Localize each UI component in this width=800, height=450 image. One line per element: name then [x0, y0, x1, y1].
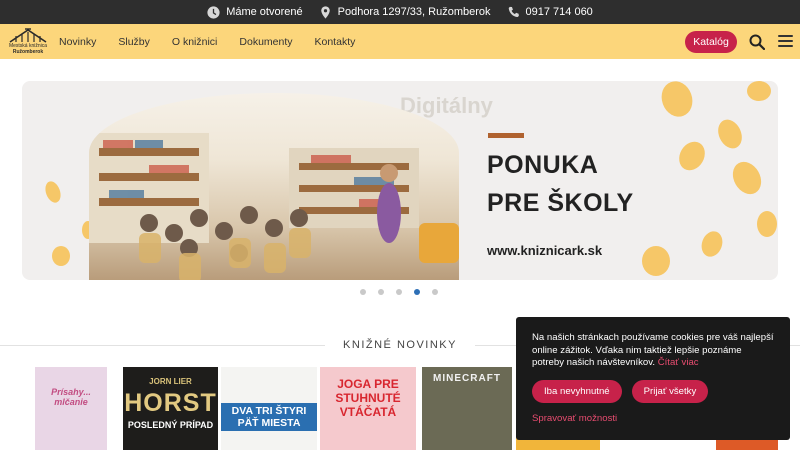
slider-dot-2[interactable] [378, 289, 384, 295]
book-cover-5[interactable]: MINECRAFT [422, 367, 512, 450]
book-subtitle-2: POSLEDNÝ PRÍPAD [127, 420, 214, 430]
nav-item-kontakty[interactable]: Kontakty [315, 36, 356, 48]
slider-dot-4[interactable] [414, 289, 420, 295]
hero-slider[interactable]: Digitálny PONUKA PRE ŠKOLY www.kniznicar… [22, 81, 778, 280]
nav-item-o-kniznici[interactable]: O knižnici [172, 36, 218, 48]
book-author-2: JORN LIER [149, 377, 192, 386]
nav-menu: Novinky Služby O knižnici Dokumenty Kont… [59, 24, 355, 59]
menu-hamburger-icon[interactable] [778, 35, 793, 48]
slide-subtitle: PRE ŠKOLY [487, 189, 634, 217]
cookie-accept-all-button[interactable]: Prijať všetky [631, 380, 709, 403]
library-photo-illustration [89, 133, 459, 280]
book-cover-2[interactable]: JORN LIER HORST POSLEDNÝ PRÍPAD [123, 367, 218, 450]
book-title-5: MINECRAFT [433, 373, 501, 384]
opening-hours[interactable]: Máme otvorené [207, 5, 303, 19]
library-building-icon [9, 28, 47, 43]
cookie-necessary-only-button[interactable]: Iba nevyhnutné [532, 380, 622, 403]
book-cover-3[interactable]: DVA TRI ŠTYRI PÄŤ MIESTA [221, 367, 317, 450]
nav-item-novinky[interactable]: Novinky [59, 36, 96, 48]
opening-hours-label: Máme otvorené [226, 6, 303, 18]
book-title-4: JOGA PRE STUHNUTÉ VTÁČATÁ [335, 377, 401, 419]
phone-icon [508, 6, 519, 17]
cookie-consent-banner: Na našich stránkach používame cookies pr… [516, 317, 790, 440]
book-cover-4[interactable]: JOGA PRE STUHNUTÉ VTÁČATÁ [320, 367, 416, 450]
main-navigation: Mestská knižnica Ružomberok Novinky Služ… [0, 24, 800, 59]
search-icon[interactable] [749, 34, 765, 50]
top-info-bar: Máme otvorené Podhora 1297/33, Ružombero… [0, 0, 800, 24]
slider-dot-3[interactable] [396, 289, 402, 295]
map-pin-icon [320, 5, 330, 19]
nav-item-sluzby[interactable]: Služby [118, 36, 150, 48]
cookie-manage-options-link[interactable]: Spravovať možnosti [532, 413, 617, 424]
section-divider-left [0, 345, 325, 346]
book-title-3: DVA TRI ŠTYRI PÄŤ MIESTA [221, 403, 317, 431]
nav-item-dokumenty[interactable]: Dokumenty [239, 36, 292, 48]
book-cover-1[interactable]: Prísahy... mlčanie [35, 367, 107, 450]
slide-title: PONUKA [487, 151, 599, 179]
book-title-1: Prísahy... mlčanie [51, 387, 91, 407]
slide-accent-bar [488, 133, 524, 138]
phone[interactable]: 0917 714 060 [507, 6, 593, 19]
cookie-read-more-link[interactable]: Čítať viac [658, 357, 699, 368]
slider-dot-5[interactable] [432, 289, 438, 295]
cookie-buttons: Iba nevyhnutné Prijať všetky [532, 380, 709, 403]
library-logo[interactable]: Mestská knižnica Ružomberok [7, 27, 49, 57]
address-label: Podhora 1297/33, Ružomberok [337, 6, 491, 18]
clock-icon [207, 5, 220, 19]
book-title-2: HORST [124, 389, 217, 417]
logo-line-2: Ružomberok [12, 49, 44, 55]
slide-photo-library-children [89, 93, 459, 280]
slider-pagination [360, 289, 438, 295]
phone-label: 0917 714 060 [525, 6, 593, 18]
slider-dot-1[interactable] [360, 289, 366, 295]
slide-url[interactable]: www.kniznicark.sk [487, 243, 602, 258]
catalog-button[interactable]: Katalóg [685, 31, 737, 53]
cookie-text: Na našich stránkach používame cookies pr… [532, 332, 774, 370]
section-title: KNIŽNÉ NOVINKY [343, 339, 457, 351]
cookie-message: Na našich stránkach používame cookies pr… [532, 332, 774, 368]
address[interactable]: Podhora 1297/33, Ružomberok [319, 5, 491, 19]
